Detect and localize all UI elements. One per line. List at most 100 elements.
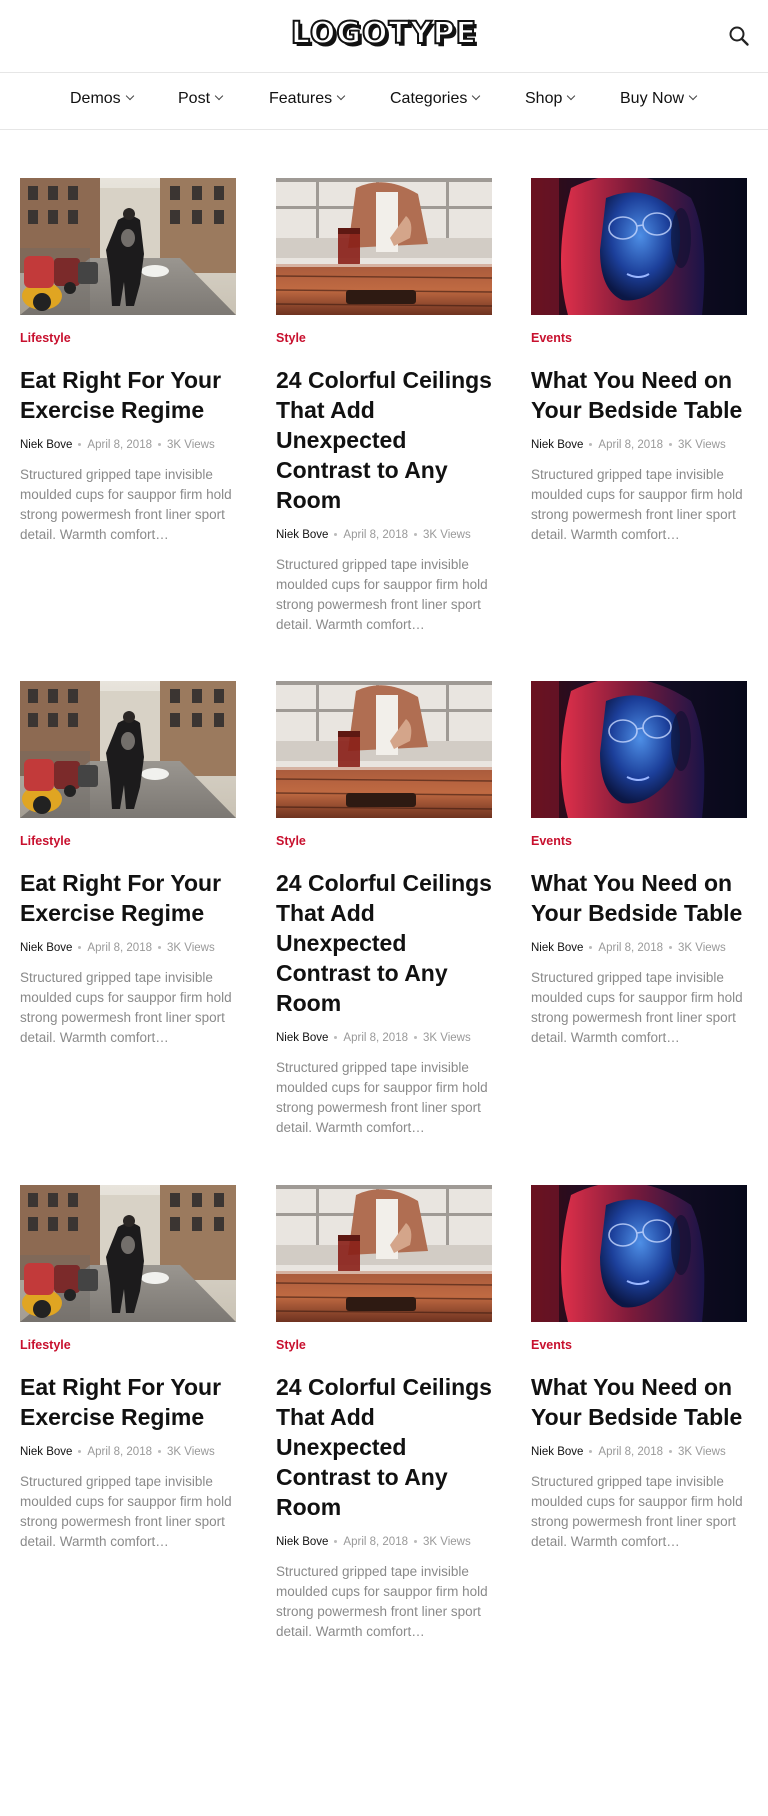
meta-separator <box>78 443 82 446</box>
post-date: April 8, 2018 <box>343 1032 408 1044</box>
nav-item-categories[interactable]: Categories <box>390 90 481 108</box>
post-title-link[interactable]: 24 Colorful Ceilings That Add Unexpected… <box>276 868 492 1018</box>
post-author-link[interactable]: Niek Bove <box>531 439 583 451</box>
post-meta: Niek Bove April 8, 2018 3K Views <box>531 439 747 451</box>
post-card: Style 24 Colorful Ceilings That Add Unexp… <box>276 178 492 635</box>
post-author-link[interactable]: Niek Bove <box>531 1446 583 1458</box>
post-meta: Niek Bove April 8, 2018 3K Views <box>20 439 236 451</box>
meta-separator <box>589 946 593 949</box>
site-header: LOGOTYPE <box>0 0 768 72</box>
post-views: 3K Views <box>423 1032 471 1044</box>
post-author-link[interactable]: Niek Bove <box>20 439 72 451</box>
post-views: 3K Views <box>678 1446 726 1458</box>
post-thumbnail-cafe-photo[interactable] <box>276 681 492 818</box>
post-views: 3K Views <box>167 942 215 954</box>
chevron-down-icon <box>688 91 698 101</box>
chevron-down-icon <box>567 91 576 101</box>
nav-item-label: Categories <box>390 90 468 107</box>
chevron-down-icon <box>125 91 134 101</box>
post-excerpt: Structured gripped tape invisible moulde… <box>276 1060 488 1135</box>
post-meta: Niek Bove April 8, 2018 3K Views <box>20 942 236 954</box>
main-nav: Demos Post Features Categories Shop Buy … <box>0 72 768 130</box>
post-date: April 8, 2018 <box>598 1446 663 1458</box>
post-thumbnail-cafe-photo[interactable] <box>276 178 492 315</box>
post-card: Style 24 Colorful Ceilings That Add Unexp… <box>276 1185 492 1642</box>
post-views: 3K Views <box>167 439 215 451</box>
meta-separator <box>158 1450 161 1453</box>
post-date: April 8, 2018 <box>343 1536 408 1548</box>
post-excerpt: Structured gripped tape invisible moulde… <box>531 1474 743 1549</box>
post-thumbnail-neon-portrait-photo[interactable] <box>531 681 747 818</box>
post-thumbnail-street-photo[interactable] <box>20 1185 236 1322</box>
meta-separator <box>334 1036 338 1039</box>
meta-separator <box>78 946 82 949</box>
post-category-link[interactable]: Lifestyle <box>20 1338 71 1352</box>
meta-separator <box>158 443 161 446</box>
post-thumbnail-street-photo[interactable] <box>20 681 236 818</box>
meta-separator <box>158 946 161 949</box>
post-title-link[interactable]: What You Need on Your Bedside Table <box>531 365 747 425</box>
nav-item-features[interactable]: Features <box>269 90 346 108</box>
post-excerpt: Structured gripped tape invisible moulde… <box>276 1564 488 1639</box>
search-icon[interactable] <box>728 25 750 47</box>
post-meta: Niek Bove April 8, 2018 3K Views <box>276 1536 492 1548</box>
post-date: April 8, 2018 <box>87 439 152 451</box>
post-card: Events What You Need on Your Bedside Tabl… <box>531 1185 747 1552</box>
nav-item-buy-now[interactable]: Buy Now <box>620 90 698 108</box>
post-excerpt: Structured gripped tape invisible moulde… <box>531 467 743 542</box>
post-author-link[interactable]: Niek Bove <box>20 942 72 954</box>
post-title-link[interactable]: What You Need on Your Bedside Table <box>531 868 747 928</box>
meta-separator <box>414 1540 417 1543</box>
post-author-link[interactable]: Niek Bove <box>276 1032 328 1044</box>
post-title-link[interactable]: Eat Right For Your Exercise Regime <box>20 365 236 425</box>
post-category-link[interactable]: Style <box>276 331 306 345</box>
meta-separator <box>589 443 593 446</box>
post-meta: Niek Bove April 8, 2018 3K Views <box>531 942 747 954</box>
post-thumbnail-neon-portrait-photo[interactable] <box>531 1185 747 1322</box>
post-title-link[interactable]: What You Need on Your Bedside Table <box>531 1372 747 1432</box>
post-title-link[interactable]: Eat Right For Your Exercise Regime <box>20 1372 236 1432</box>
nav-item-shop[interactable]: Shop <box>525 90 576 108</box>
post-category-link[interactable]: Events <box>531 1338 572 1352</box>
post-date: April 8, 2018 <box>343 529 408 541</box>
meta-separator <box>669 443 672 446</box>
post-thumbnail-neon-portrait-photo[interactable] <box>531 178 747 315</box>
post-author-link[interactable]: Niek Bove <box>531 942 583 954</box>
post-category-link[interactable]: Style <box>276 834 306 848</box>
post-excerpt: Structured gripped tape invisible moulde… <box>20 467 232 542</box>
nav-item-demos[interactable]: Demos <box>70 90 134 108</box>
post-date: April 8, 2018 <box>598 942 663 954</box>
post-date: April 8, 2018 <box>87 1446 152 1458</box>
post-views: 3K Views <box>423 529 471 541</box>
post-author-link[interactable]: Niek Bove <box>20 1446 72 1458</box>
post-title-link[interactable]: 24 Colorful Ceilings That Add Unexpected… <box>276 365 492 515</box>
post-date: April 8, 2018 <box>87 942 152 954</box>
post-card: Style 24 Colorful Ceilings That Add Unexp… <box>276 681 492 1138</box>
meta-separator <box>414 1036 417 1039</box>
nav-item-post[interactable]: Post <box>178 90 224 108</box>
post-category-link[interactable]: Lifestyle <box>20 834 71 848</box>
post-views: 3K Views <box>423 1536 471 1548</box>
post-views: 3K Views <box>678 942 726 954</box>
post-category-link[interactable]: Style <box>276 1338 306 1352</box>
nav-item-label: Features <box>269 90 333 107</box>
post-card: Lifestyle Eat Right For Your Exercise Reg… <box>20 178 236 545</box>
post-category-link[interactable]: Events <box>531 331 572 345</box>
post-card: Events What You Need on Your Bedside Tabl… <box>531 681 747 1048</box>
chevron-down-icon <box>214 91 224 101</box>
post-title-link[interactable]: 24 Colorful Ceilings That Add Unexpected… <box>276 1372 492 1522</box>
post-card: Events What You Need on Your Bedside Tabl… <box>531 178 747 545</box>
post-category-link[interactable]: Lifestyle <box>20 331 71 345</box>
post-views: 3K Views <box>167 1446 215 1458</box>
post-author-link[interactable]: Niek Bove <box>276 1536 328 1548</box>
post-thumbnail-cafe-photo[interactable] <box>276 1185 492 1322</box>
post-author-link[interactable]: Niek Bove <box>276 529 328 541</box>
meta-separator <box>669 1450 672 1453</box>
post-thumbnail-street-photo[interactable] <box>20 178 236 315</box>
post-category-link[interactable]: Events <box>531 834 572 848</box>
post-meta: Niek Bove April 8, 2018 3K Views <box>276 529 492 541</box>
post-title-link[interactable]: Eat Right For Your Exercise Regime <box>20 868 236 928</box>
post-excerpt: Structured gripped tape invisible moulde… <box>276 557 488 632</box>
site-logo[interactable]: LOGOTYPE <box>0 15 768 52</box>
post-meta: Niek Bove April 8, 2018 3K Views <box>20 1446 236 1458</box>
